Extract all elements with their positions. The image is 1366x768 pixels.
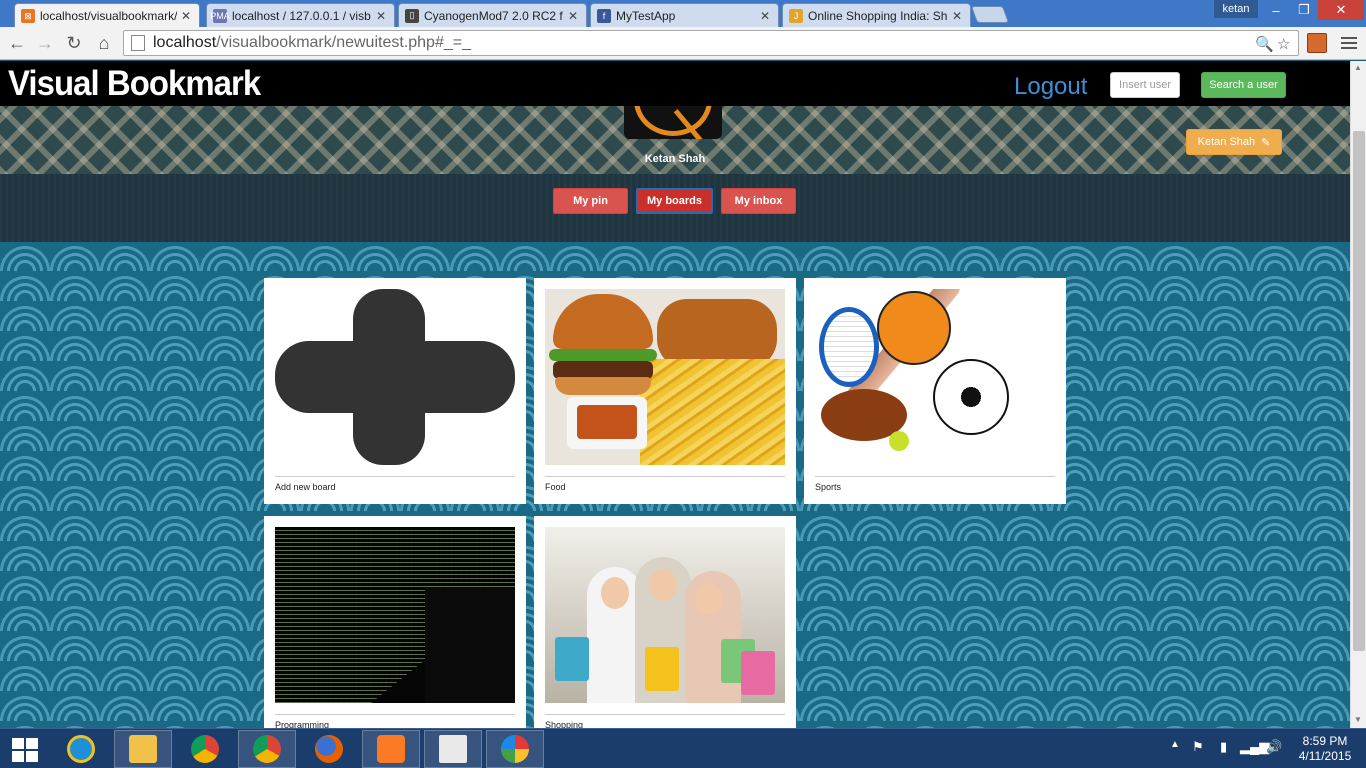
chrome-canary-icon[interactable] <box>176 730 234 768</box>
board-card-food[interactable]: Food <box>534 278 796 504</box>
profile-nav: My pin My boards My inbox <box>0 174 1350 242</box>
my-boards-button[interactable]: My boards <box>636 188 713 214</box>
phpmyadmin-favicon-icon: PMA <box>210 8 230 23</box>
restore-icon[interactable]: ❐ <box>1290 0 1318 20</box>
file-explorer-icon[interactable] <box>114 730 172 768</box>
close-icon[interactable]: ✕ <box>952 9 964 23</box>
board-card-shopping[interactable]: Shopping <box>534 516 796 728</box>
reload-icon[interactable]: ↻ <box>62 32 86 54</box>
board-card-add[interactable]: Add new board <box>264 278 526 504</box>
card-divider <box>545 476 785 477</box>
system-clock[interactable]: 8:59 PM 4/11/2015 <box>1290 734 1360 764</box>
tab-mytestapp[interactable]: f MyTestApp ✕ <box>590 3 779 27</box>
xampp-favicon-icon: ⊠ <box>21 9 35 23</box>
scrollbar-thumb[interactable] <box>1353 131 1365 651</box>
address-bar[interactable]: localhost/visualbookmark/newuitest.php#_… <box>123 30 1299 56</box>
clock-time: 8:59 PM <box>1302 734 1348 748</box>
logout-link[interactable]: Logout <box>1014 73 1087 101</box>
browser-toolbar: ← → ↻ ⌂ localhost/visualbookmark/newuite… <box>0 27 1366 60</box>
show-hidden-icons-icon[interactable]: ▲ <box>1170 739 1180 750</box>
tab-label: localhost/visualbookmark/ <box>40 9 177 23</box>
clock-date: 4/11/2015 <box>1298 749 1352 763</box>
avatar <box>624 106 722 139</box>
pencil-icon: ✎ <box>1261 136 1271 149</box>
close-icon[interactable]: ✕ <box>568 9 580 23</box>
network-signal-icon[interactable]: ▂▄▆ <box>1240 739 1269 755</box>
sports-thumbnail[interactable] <box>815 289 1055 465</box>
profile-chip[interactable]: ketan <box>1214 0 1258 18</box>
board-card-sports[interactable]: Sports <box>804 278 1066 504</box>
windows-start-icon[interactable] <box>12 738 38 762</box>
xampp-icon[interactable] <box>362 730 420 768</box>
my-inbox-button[interactable]: My inbox <box>721 188 796 214</box>
jabong-favicon-icon: J <box>789 8 803 23</box>
card-divider <box>815 476 1055 477</box>
new-tab-button[interactable] <box>970 6 1010 23</box>
programming-thumbnail[interactable] <box>275 527 515 703</box>
battery-icon[interactable]: ▮ <box>1220 739 1227 755</box>
scroll-up-arrow-icon[interactable]: ▲ <box>1354 63 1362 72</box>
board-label[interactable]: Shopping <box>545 720 583 728</box>
back-arrow-icon[interactable]: ← <box>5 32 29 54</box>
action-center-flag-icon[interactable]: ⚑ <box>1192 739 1204 755</box>
board-label[interactable]: Food <box>545 482 566 492</box>
board-label[interactable]: Sports <box>815 482 841 492</box>
chrome-menu-icon[interactable] <box>1339 33 1359 53</box>
close-icon[interactable]: ✕ <box>760 9 772 23</box>
minimize-icon[interactable]: – <box>1262 0 1290 20</box>
search-user-button[interactable]: Search a user <box>1201 72 1286 98</box>
browser-tab-strip: ⊠ localhost/visualbookmark/ ✕ PMA localh… <box>0 0 1366 28</box>
tab-label: MyTestApp <box>616 8 676 23</box>
card-divider <box>545 714 785 715</box>
food-thumbnail[interactable] <box>545 289 785 465</box>
forward-arrow-icon[interactable]: → <box>33 32 57 54</box>
edit-profile-button[interactable]: Ketan Shah ✎ <box>1186 129 1282 155</box>
tab-label: localhost / 127.0.0.1 / visb <box>232 8 371 23</box>
facebook-favicon-icon: f <box>597 8 611 23</box>
tab-phpmyadmin[interactable]: PMA localhost / 127.0.0.1 / visb ✕ <box>206 3 395 27</box>
scroll-down-arrow-icon[interactable]: ▼ <box>1354 715 1362 724</box>
internet-explorer-icon[interactable] <box>52 730 110 768</box>
phone-favicon-icon: ▯ <box>405 8 419 23</box>
page-icon <box>131 35 145 51</box>
plus-icon[interactable] <box>275 289 515 465</box>
zoom-search-icon[interactable]: 🔍 <box>1255 35 1274 53</box>
site-header: Visual Bookmark Logout Insert user Searc… <box>0 61 1350 106</box>
board-label[interactable]: Add new board <box>275 482 336 492</box>
windows-taskbar: ▲ ⚑ ▮ ▂▄▆ 🔊 8:59 PM 4/11/2015 <box>0 728 1366 768</box>
card-divider <box>275 476 515 477</box>
board-label[interactable]: Programming <box>275 720 329 728</box>
close-icon[interactable]: ✕ <box>181 9 193 23</box>
notepad-icon[interactable] <box>424 730 482 768</box>
bookmark-star-icon[interactable]: ☆ <box>1277 35 1290 53</box>
profile-username: Ketan Shah <box>644 153 706 165</box>
chrome-icon[interactable] <box>238 730 296 768</box>
tab-label: CyanogenMod7 2.0 RC2 f <box>424 8 563 23</box>
brand-logo[interactable]: Visual Bookmark <box>8 64 261 104</box>
card-divider <box>275 714 515 715</box>
url-text: localhost/visualbookmark/newuitest.php#_… <box>153 34 471 51</box>
board-card-programming[interactable]: Programming <box>264 516 526 728</box>
edit-profile-label: Ketan Shah <box>1197 136 1256 148</box>
paint-icon[interactable] <box>486 730 544 768</box>
close-icon[interactable]: ✕ <box>376 9 388 23</box>
my-pin-button[interactable]: My pin <box>553 188 628 214</box>
page-viewport: Visual Bookmark Logout Insert user Searc… <box>0 61 1350 728</box>
tab-cyanogenmod[interactable]: ▯ CyanogenMod7 2.0 RC2 f ✕ <box>398 3 587 27</box>
tab-label: Online Shopping India: Sh <box>808 8 948 23</box>
firefox-icon[interactable] <box>300 730 358 768</box>
insert-user-button[interactable]: Insert user <box>1110 72 1180 98</box>
extension-icon[interactable] <box>1307 33 1327 53</box>
home-icon[interactable]: ⌂ <box>92 32 116 54</box>
tab-visualbookmark[interactable]: ⊠ localhost/visualbookmark/ ✕ <box>14 3 200 28</box>
volume-icon[interactable]: 🔊 <box>1266 739 1282 755</box>
page-scrollbar[interactable]: ▲ ▼ <box>1350 61 1366 728</box>
window-close-icon[interactable]: ✕ <box>1318 0 1364 20</box>
shopping-thumbnail[interactable] <box>545 527 785 703</box>
tab-online-shopping[interactable]: J Online Shopping India: Sh ✕ <box>782 3 971 27</box>
